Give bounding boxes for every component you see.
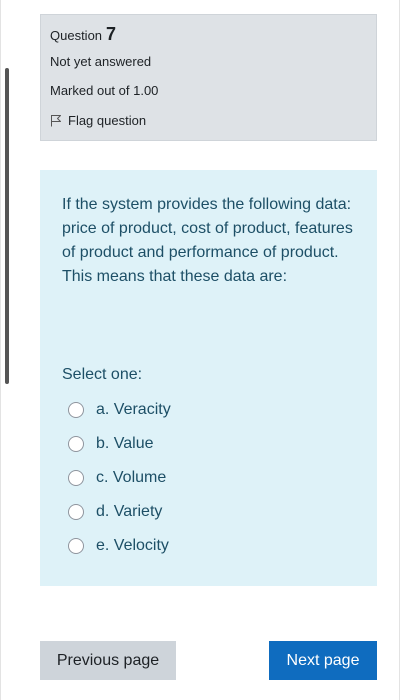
flag-question-link[interactable]: Flag question — [50, 112, 376, 128]
answer-label[interactable]: c. Volume — [96, 469, 166, 487]
question-state: Not yet answered — [50, 54, 152, 69]
quiz-page: Question 7 Not yet answered Marked out o… — [0, 0, 416, 700]
next-page-button[interactable]: Next page — [269, 641, 377, 680]
question-number: 7 — [106, 24, 117, 44]
answer-label[interactable]: a. Veracity — [96, 401, 171, 419]
answer-option-a[interactable]: a. Veracity — [62, 393, 357, 427]
question-text: If the system provides the following dat… — [62, 196, 353, 285]
answer-option-e[interactable]: e. Velocity — [62, 529, 357, 563]
flag-question-label[interactable]: Flag question — [68, 113, 146, 128]
radio-button[interactable] — [68, 470, 84, 486]
answer-option-d[interactable]: d. Variety — [62, 495, 357, 529]
question-number-heading: Question 7 — [50, 24, 376, 48]
previous-page-button[interactable]: Previous page — [40, 641, 176, 680]
answer-label[interactable]: b. Value — [96, 435, 154, 453]
flag-icon — [51, 114, 61, 126]
scrollbar[interactable] — [5, 68, 9, 384]
answer-label[interactable]: e. Velocity — [96, 537, 169, 555]
radio-button[interactable] — [68, 436, 84, 452]
radio-button[interactable] — [68, 402, 84, 418]
question-info-panel: Question 7 Not yet answered Marked out o… — [40, 14, 377, 141]
left-border — [0, 0, 1, 700]
radio-button[interactable] — [68, 504, 84, 520]
question-grade: Marked out of 1.00 — [50, 83, 159, 98]
select-one-prompt: Select one: — [62, 366, 143, 383]
question-content-panel: If the system provides the following dat… — [40, 170, 377, 586]
question-label: Question — [50, 28, 103, 43]
radio-button[interactable] — [68, 538, 84, 554]
answer-option-b[interactable]: b. Value — [62, 427, 357, 461]
answer-option-c[interactable]: c. Volume — [62, 461, 357, 495]
answer-label[interactable]: d. Variety — [96, 503, 162, 521]
answer-list: a. Veracity b. Value c. Volume d. Variet… — [62, 393, 357, 563]
right-border — [399, 0, 400, 700]
